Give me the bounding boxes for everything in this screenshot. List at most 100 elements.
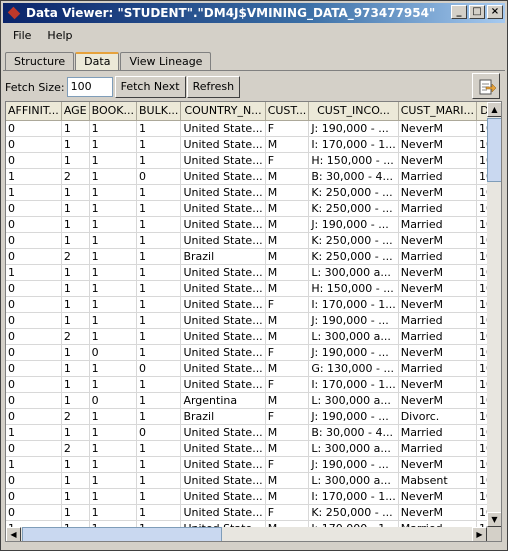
table-cell[interactable]: 1 (89, 312, 138, 329)
table-cell[interactable]: 0 (89, 392, 138, 409)
table-cell[interactable]: M (265, 472, 310, 489)
table-cell[interactable]: 1 (61, 296, 90, 313)
table-cell[interactable]: G: 130,000 - ... (308, 360, 399, 377)
table-cell[interactable]: 1 (61, 312, 90, 329)
table-row[interactable]: 0 1 0 1 United State... F J: 190,000 - ... Neve… (6, 344, 501, 361)
table-row[interactable]: 0 1 1 1 United State... M I: 170,000 - 1... Nev… (6, 488, 501, 505)
table-cell[interactable]: 1 (89, 488, 138, 505)
table-cell[interactable]: K: 250,000 - ... (308, 504, 399, 521)
table-cell[interactable]: M (265, 424, 310, 441)
menu-help[interactable]: Help (39, 27, 80, 45)
table-cell[interactable]: United State... (180, 120, 266, 137)
table-cell[interactable]: 1 (136, 344, 182, 361)
table-cell[interactable]: 0 (6, 328, 62, 345)
arrow-down-icon[interactable]: ▼ (487, 512, 501, 527)
table-cell[interactable]: 1 (89, 328, 138, 345)
table-cell[interactable]: Brazil (180, 248, 266, 265)
table-cell[interactable]: 1 (136, 120, 182, 137)
table-cell[interactable]: M (265, 440, 310, 457)
table-cell[interactable]: 1 (89, 424, 138, 441)
table-cell[interactable]: 1 (136, 504, 182, 521)
table-cell[interactable]: United State... (180, 440, 266, 457)
table-cell[interactable]: 1 (136, 456, 182, 473)
table-row[interactable]: 1 2 1 0 United State... M B: 30,000 - 4... Marr… (6, 168, 501, 185)
table-cell[interactable]: Married (398, 216, 478, 233)
table-cell[interactable]: 1 (89, 360, 138, 377)
column-header[interactable]: BOOK... (89, 102, 138, 121)
table-cell[interactable]: 0 (6, 280, 62, 297)
table-row[interactable]: 0 1 1 1 United State... M J: 190,000 - ... Marr… (6, 216, 501, 233)
table-cell[interactable]: M (265, 168, 310, 185)
table-cell[interactable]: United State... (180, 360, 266, 377)
table-cell[interactable]: 1 (89, 120, 138, 137)
table-cell[interactable]: L: 300,000 a... (308, 392, 399, 409)
table-cell[interactable]: 0 (6, 504, 62, 521)
table-cell[interactable]: 1 (89, 216, 138, 233)
table-row[interactable]: 1 1 1 1 United State... F J: 190,000 - ... Neve… (6, 456, 501, 473)
table-cell[interactable]: J: 190,000 - ... (308, 216, 399, 233)
table-cell[interactable]: 1 (136, 184, 182, 201)
table-cell[interactable]: 1 (136, 312, 182, 329)
title-bar[interactable]: Data Viewer: "STUDENT"."DM4J$VMINING_DAT… (3, 3, 505, 23)
table-cell[interactable]: NeverM (398, 264, 478, 281)
table-cell[interactable]: 1 (89, 184, 138, 201)
table-cell[interactable]: F (265, 504, 310, 521)
horizontal-scroll-thumb[interactable] (22, 527, 222, 541)
table-cell[interactable]: 0 (6, 232, 62, 249)
table-cell[interactable]: 1 (136, 440, 182, 457)
table-cell[interactable]: United State... (180, 216, 266, 233)
table-row[interactable]: 0 1 1 1 United State... F K: 250,000 - ... Neve… (6, 504, 501, 521)
table-cell[interactable]: 1 (61, 472, 90, 489)
table-cell[interactable]: M (265, 280, 310, 297)
table-cell[interactable]: 1 (61, 376, 90, 393)
table-cell[interactable]: J: 190,000 - ... (308, 344, 399, 361)
table-cell[interactable]: M (265, 312, 310, 329)
table-cell[interactable]: 0 (6, 376, 62, 393)
table-cell[interactable]: United State... (180, 168, 266, 185)
table-cell[interactable]: 1 (61, 344, 90, 361)
column-header[interactable]: CUST... (265, 102, 310, 121)
table-cell[interactable]: 1 (6, 456, 62, 473)
table-cell[interactable]: United State... (180, 424, 266, 441)
table-cell[interactable]: M (265, 488, 310, 505)
table-cell[interactable]: M (265, 184, 310, 201)
fetch-size-input[interactable]: 100 (66, 77, 113, 97)
minimize-button[interactable]: _ (451, 5, 467, 19)
table-row[interactable]: 0 1 1 1 United State... F I: 170,000 - 1... Nev… (6, 376, 501, 393)
table-cell[interactable]: 1 (61, 200, 90, 217)
table-cell[interactable]: NeverM (398, 488, 478, 505)
table-cell[interactable]: F (265, 344, 310, 361)
table-cell[interactable]: United State... (180, 328, 266, 345)
table-cell[interactable]: H: 150,000 - ... (308, 152, 399, 169)
table-cell[interactable]: 1 (136, 488, 182, 505)
table-cell[interactable]: 1 (89, 504, 138, 521)
table-cell[interactable]: B: 30,000 - 4... (308, 424, 399, 441)
tab-data[interactable]: Data (75, 52, 120, 71)
table-cell[interactable]: Brazil (180, 408, 266, 425)
table-row[interactable]: 1 1 1 1 United State... M K: 250,000 - ... Neve… (6, 184, 501, 201)
table-cell[interactable]: 1 (136, 264, 182, 281)
table-row[interactable]: 0 1 1 1 United State... M I: 170,000 - 1... Nev… (6, 136, 501, 153)
table-cell[interactable]: 1 (61, 152, 90, 169)
table-row[interactable]: 0 1 1 1 United State... M L: 300,000 a... Mabse… (6, 472, 501, 489)
table-cell[interactable]: NeverM (398, 184, 478, 201)
table-cell[interactable]: L: 300,000 a... (308, 440, 399, 457)
table-cell[interactable]: 1 (61, 232, 90, 249)
table-cell[interactable]: 2 (61, 168, 90, 185)
table-cell[interactable]: 0 (89, 344, 138, 361)
table-cell[interactable]: 0 (6, 248, 62, 265)
table-cell[interactable]: 1 (89, 264, 138, 281)
table-cell[interactable]: J: 190,000 - ... (308, 120, 399, 137)
table-cell[interactable]: M (265, 328, 310, 345)
table-row[interactable]: 0 1 1 1 United State... M H: 150,000 - ... Neve… (6, 280, 501, 297)
column-header[interactable]: AFFINIT... (6, 102, 62, 121)
table-cell[interactable]: M (265, 232, 310, 249)
column-header[interactable]: CUST_INCO... (308, 102, 399, 121)
table-cell[interactable]: Married (398, 328, 478, 345)
table-cell[interactable]: 1 (61, 504, 90, 521)
table-cell[interactable]: Mabsent (398, 472, 478, 489)
table-cell[interactable]: NeverM (398, 392, 478, 409)
table-cell[interactable]: L: 300,000 a... (308, 264, 399, 281)
table-cell[interactable]: 1 (61, 360, 90, 377)
arrow-right-icon[interactable]: ▶ (472, 527, 487, 541)
